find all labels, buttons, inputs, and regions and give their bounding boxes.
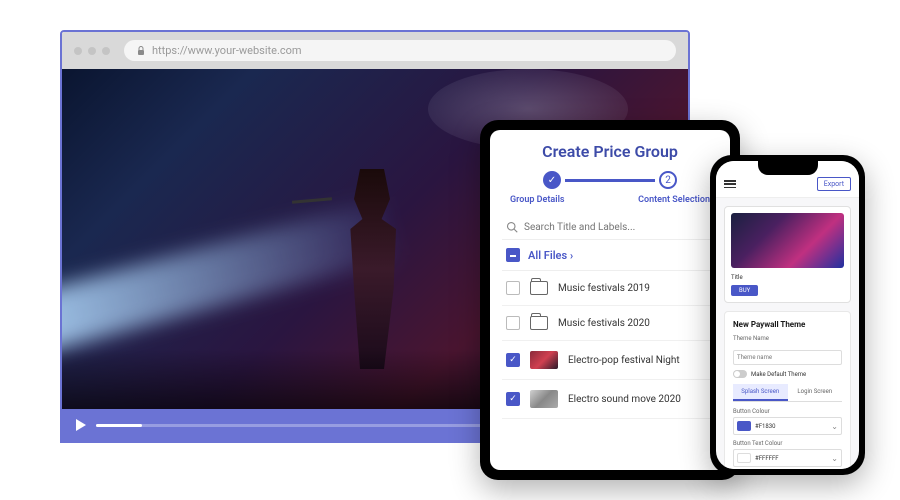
file-row[interactable]: Music festivals 2019 <box>502 271 718 306</box>
theme-section: New Paywall Theme Theme Name Make Defaul… <box>724 311 851 469</box>
tab-splash[interactable]: Splash Screen <box>733 384 788 401</box>
step-done-icon[interactable] <box>543 171 561 189</box>
search-row <box>502 215 718 240</box>
color-picker[interactable]: #F1830 ⌄ <box>733 417 842 435</box>
files-header: All Files › <box>502 240 718 271</box>
browser-titlebar: https://www.your-website.com <box>62 32 688 69</box>
export-button[interactable]: Export <box>817 177 851 191</box>
step-label: Content Selection <box>638 195 710 205</box>
chevron-down-icon: ⌄ <box>831 454 838 463</box>
field-label: Button Text Colour <box>733 440 842 447</box>
folder-icon <box>530 316 548 330</box>
section-title: New Paywall Theme <box>733 320 842 329</box>
color-value: #F1830 <box>755 423 827 430</box>
chevron-down-icon: ⌄ <box>831 422 838 431</box>
window-dot <box>102 47 110 55</box>
file-name: Music festivals 2019 <box>558 283 650 294</box>
folder-icon <box>530 281 548 295</box>
window-dot <box>74 47 82 55</box>
file-row[interactable]: Electro-pop festival Night <box>502 341 718 380</box>
file-row[interactable]: Electro sound move 2020 <box>502 380 718 419</box>
play-icon[interactable] <box>76 419 86 431</box>
default-toggle-row: Make Default Theme <box>733 370 842 378</box>
preview-card: Title BUY <box>724 206 851 303</box>
stepper: 2 <box>502 171 718 189</box>
all-files-link[interactable]: All Files › <box>528 249 573 262</box>
preview-title: Title <box>731 274 743 281</box>
menu-icon[interactable] <box>724 180 736 188</box>
video-thumbnail <box>530 351 558 369</box>
step-line <box>565 179 655 182</box>
url-text: https://www.your-website.com <box>152 44 302 57</box>
buy-button[interactable]: BUY <box>731 285 758 296</box>
video-thumbnail <box>530 390 558 408</box>
phone-device: Export Title BUY New Paywall Theme Theme… <box>710 155 865 475</box>
url-bar[interactable]: https://www.your-website.com <box>124 40 676 61</box>
step-label: Group Details <box>510 195 565 205</box>
file-name: Music festivals 2020 <box>558 318 650 329</box>
toggle-label: Make Default Theme <box>751 371 806 378</box>
color-swatch <box>737 421 751 431</box>
page-title: Create Price Group <box>502 142 718 161</box>
video-decor <box>62 201 393 357</box>
color-picker[interactable]: #FFFFFF ⌄ <box>733 449 842 467</box>
step-active[interactable]: 2 <box>659 171 677 189</box>
row-checkbox[interactable] <box>506 392 520 406</box>
theme-name-input[interactable] <box>733 350 842 365</box>
phone-screen: Export Title BUY New Paywall Theme Theme… <box>716 161 859 469</box>
tab-login[interactable]: Login Screen <box>788 384 843 401</box>
field-label: Theme Name <box>733 335 842 342</box>
file-name: Electro-pop festival Night <box>568 355 680 366</box>
field-label: Button Colour <box>733 408 842 415</box>
toggle-switch[interactable] <box>733 370 747 378</box>
search-input[interactable] <box>524 222 714 233</box>
tab-row: Splash Screen Login Screen <box>733 384 842 402</box>
row-checkbox[interactable] <box>506 316 520 330</box>
lock-icon <box>136 46 146 56</box>
file-name: Electro sound move 2020 <box>568 394 681 405</box>
row-checkbox[interactable] <box>506 353 520 367</box>
file-row[interactable]: Music festivals 2020 <box>502 306 718 341</box>
phone-notch <box>758 161 818 175</box>
row-checkbox[interactable] <box>506 281 520 295</box>
tablet-device: Create Price Group 2 Group Details Conte… <box>480 120 740 480</box>
color-value: #FFFFFF <box>755 455 827 462</box>
preview-image <box>731 213 844 268</box>
search-icon <box>506 221 518 233</box>
tablet-screen: Create Price Group 2 Group Details Conte… <box>490 130 730 470</box>
video-decor <box>292 197 332 203</box>
window-dot <box>88 47 96 55</box>
step-labels: Group Details Content Selection <box>502 195 718 205</box>
select-all-checkbox[interactable] <box>506 248 520 262</box>
color-swatch <box>737 453 751 463</box>
